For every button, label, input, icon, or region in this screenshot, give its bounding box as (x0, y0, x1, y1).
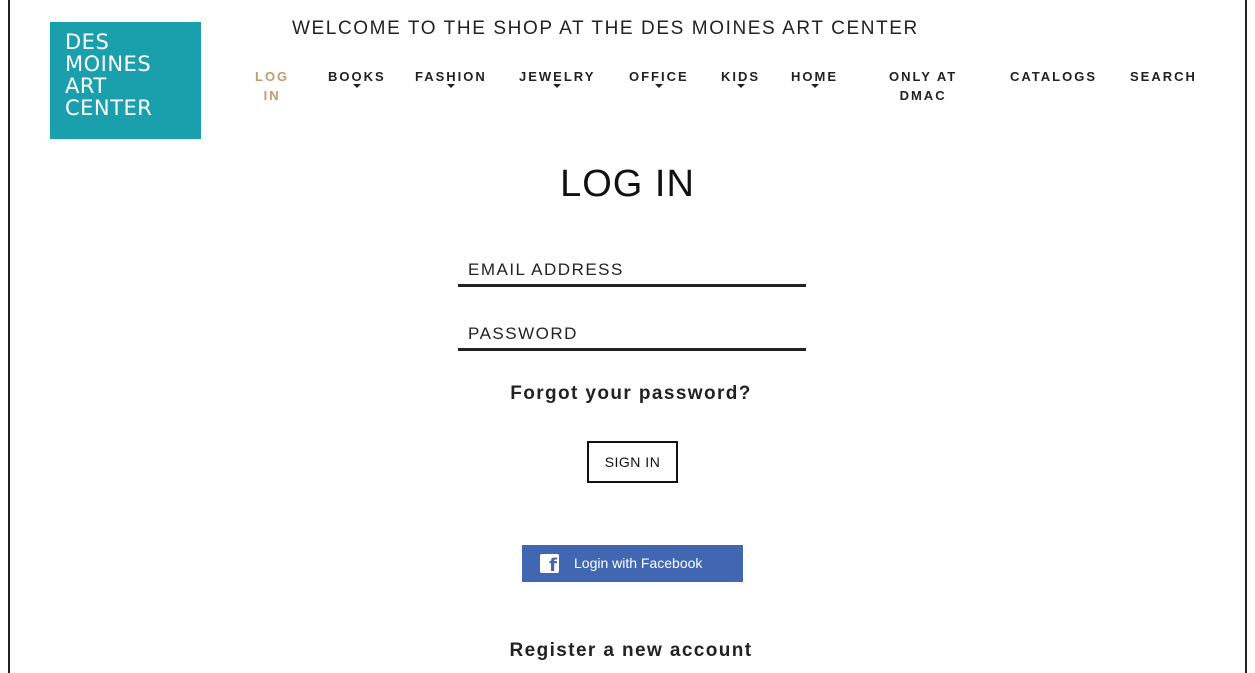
nav-item-label: CATALOGS (1010, 69, 1098, 84)
facebook-login-label: Login with Facebook (574, 555, 703, 571)
nav-item-jewelry[interactable]: JEWELRY (519, 67, 595, 88)
email-field[interactable] (458, 255, 806, 287)
welcome-banner: WELCOME TO THE SHOP AT THE DES MOINES AR… (292, 18, 919, 39)
nav-item-search[interactable]: SEARCH (1130, 67, 1197, 86)
nav-item-label: JEWELRY (519, 69, 596, 84)
nav-item-label-line2: IN (263, 88, 281, 103)
nav-item-catalogs[interactable]: CATALOGS (1010, 67, 1097, 86)
chevron-down-icon (553, 84, 562, 88)
nav-item-label: BOOKS (328, 69, 386, 84)
facebook-login-button[interactable]: f Login with Facebook (522, 545, 743, 582)
nav-item-label: LOG (255, 69, 290, 84)
facebook-icon: f (540, 554, 559, 576)
chevron-down-icon (352, 84, 361, 88)
nav-item-log-in[interactable]: LOG IN (255, 67, 289, 105)
nav-item-label: OFFICE (629, 69, 689, 84)
forgot-password-link[interactable]: Forgot your password? (0, 383, 1255, 405)
nav-item-label: HOME (791, 69, 838, 84)
nav-item-label: FASHION (415, 69, 487, 84)
nav-item-home[interactable]: HOME (791, 67, 838, 88)
nav-item-books[interactable]: BOOKS (328, 67, 386, 88)
main-nav: LOG IN BOOKS FASHION JEWELRY OFFICE KIDS… (0, 67, 1255, 117)
chevron-down-icon (446, 84, 455, 88)
chevron-down-icon (736, 84, 745, 88)
logo-line: DES (65, 30, 110, 54)
chevron-down-icon (810, 84, 819, 88)
chevron-down-icon (654, 84, 663, 88)
nav-item-only-at-dmac[interactable]: ONLY AT DMAC (889, 67, 957, 105)
nav-item-label: ONLY AT (889, 69, 958, 84)
password-field[interactable] (458, 319, 806, 351)
sign-in-button[interactable]: SIGN IN (587, 441, 678, 483)
nav-item-label-line2: DMAC (899, 88, 947, 103)
nav-item-fashion[interactable]: FASHION (415, 67, 487, 88)
nav-item-office[interactable]: OFFICE (629, 67, 689, 88)
nav-item-label: SEARCH (1130, 69, 1197, 84)
page-title: LOG IN (560, 163, 695, 205)
nav-item-kids[interactable]: KIDS (721, 67, 760, 88)
register-link[interactable]: Register a new account (0, 640, 1255, 662)
nav-item-label: KIDS (721, 69, 761, 84)
